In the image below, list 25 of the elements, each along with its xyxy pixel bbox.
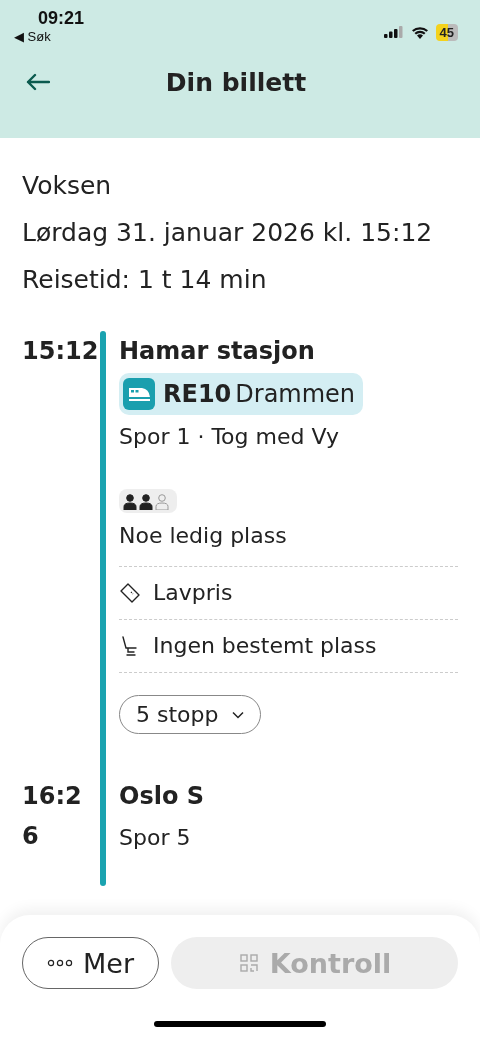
- stops-toggle[interactable]: 5 stopp: [119, 695, 262, 734]
- status-time: 09:21: [38, 8, 85, 29]
- qr-code-icon: [237, 952, 260, 974]
- line-badge: RE10 Drammen: [119, 373, 364, 415]
- fare-feature: Ingen bestemt plass: [153, 632, 377, 660]
- travel-duration: Reisetid: 1 t 14 min: [22, 264, 268, 296]
- passenger-type: Voksen: [22, 170, 113, 202]
- train-icon: [123, 378, 155, 410]
- wifi-icon: [410, 25, 429, 39]
- arrival-time: 16:26: [22, 781, 82, 852]
- back-to-app-link[interactable]: ◀ Søk: [14, 29, 85, 44]
- more-icon: [47, 959, 73, 967]
- platform-info: Spor 1 · Tog med Vy: [119, 423, 340, 451]
- station-name: Oslo S: [119, 781, 206, 812]
- station-name: Hamar stasjon: [119, 336, 316, 367]
- signal-icon: [383, 26, 404, 38]
- back-arrow-icon[interactable]: [26, 73, 50, 91]
- travel-date: Lørdag 31. januar 2026 kl. 15:12: [22, 217, 434, 249]
- page-title: Din billett: [165, 67, 307, 97]
- occupancy-label: Noe ledig plass: [119, 514, 458, 567]
- more-button[interactable]: Mer: [22, 937, 159, 989]
- fare-feature: Lavpris: [153, 579, 233, 607]
- chevron-icon: [232, 710, 245, 719]
- platform-info: Spor 5: [119, 824, 192, 852]
- ticket-icon: [119, 582, 141, 604]
